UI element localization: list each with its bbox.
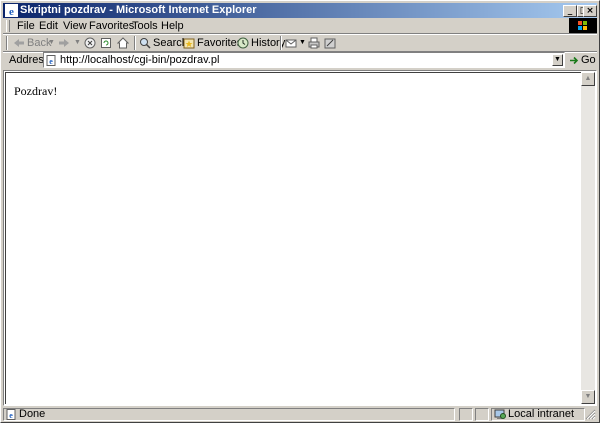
status-panel-extra — [475, 408, 489, 421]
back-icon — [14, 39, 24, 48]
window-title: Skriptni pozdrav - Microsoft Internet Ex… — [20, 4, 257, 16]
go-button[interactable]: Go — [569, 53, 596, 67]
page-greeting-text: Pozdrav! — [14, 84, 58, 98]
menu-help[interactable]: Help — [157, 19, 188, 33]
address-url[interactable]: http://localhost/cgi-bin/pozdrav.pl — [60, 54, 219, 66]
minimize-icon[interactable]: _ — [563, 5, 577, 17]
back-dropdown-icon[interactable]: ▼ — [48, 35, 55, 51]
status-panel-lock — [459, 408, 473, 421]
intranet-zone-icon — [494, 409, 506, 419]
forward-dropdown-icon[interactable]: ▼ — [74, 35, 81, 51]
svg-text:e: e — [9, 411, 13, 420]
refresh-button[interactable] — [100, 35, 114, 51]
menubar-grip[interactable] — [6, 20, 10, 32]
ie-icon: e — [5, 4, 18, 17]
menu-edit[interactable]: Edit — [35, 19, 62, 33]
favorites-icon — [183, 38, 195, 49]
standard-toolbar: Back ▼ ▼ Search Favorites History ▼ — [3, 35, 597, 51]
refresh-icon — [101, 38, 111, 49]
browser-window: e Skriptni pozdrav - Microsoft Internet … — [0, 0, 600, 423]
status-bar: e Done Local intranet — [3, 407, 597, 421]
back-button[interactable]: Back — [13, 35, 51, 51]
go-arrow-icon — [570, 56, 579, 64]
mail-button[interactable] — [285, 35, 299, 51]
mail-dropdown-icon[interactable]: ▼ — [299, 35, 306, 51]
history-button[interactable]: History — [237, 35, 285, 51]
status-text: Done — [19, 408, 46, 420]
stop-button[interactable] — [84, 35, 98, 51]
stop-icon — [84, 37, 96, 49]
status-zone-text: Local intranet — [508, 408, 575, 420]
toolbar-grip[interactable] — [6, 36, 8, 50]
forward-icon — [59, 39, 69, 48]
mail-icon — [285, 39, 297, 48]
scroll-up-icon[interactable]: ▲ — [581, 72, 595, 86]
search-icon — [140, 38, 151, 49]
resize-grip-icon[interactable] — [584, 408, 596, 420]
svg-text:e: e — [49, 57, 53, 66]
print-icon — [308, 37, 320, 49]
home-icon — [117, 37, 129, 49]
favorites-button[interactable]: Favorites — [183, 35, 242, 51]
edit-icon — [324, 38, 336, 49]
toolbar-separator-2 — [280, 36, 282, 50]
title-bar[interactable]: e Skriptni pozdrav - Microsoft Internet … — [3, 3, 597, 18]
search-button[interactable]: Search — [139, 35, 188, 51]
page-content: Pozdrav! — [5, 72, 581, 404]
page-viewport[interactable]: Pozdrav! ▲ ▼ — [3, 70, 597, 406]
svg-text:e: e — [9, 6, 14, 17]
address-dropdown-icon[interactable]: ▼ — [552, 54, 563, 66]
address-bar: Address e http://localhost/cgi-bin/pozdr… — [3, 52, 597, 68]
vertical-scrollbar[interactable]: ▲ ▼ — [581, 72, 595, 404]
history-icon — [237, 37, 249, 49]
edit-button[interactable] — [324, 35, 338, 51]
address-input[interactable]: e http://localhost/cgi-bin/pozdrav.pl ▼ — [43, 52, 565, 68]
menu-bar: File Edit View Favorites Tools Help — [3, 18, 597, 34]
page-icon: e — [46, 55, 56, 66]
close-icon[interactable]: × — [583, 5, 597, 17]
print-button[interactable] — [308, 35, 322, 51]
status-panel-zone[interactable]: Local intranet — [491, 408, 585, 421]
home-button[interactable] — [117, 35, 131, 51]
windows-logo — [569, 18, 597, 34]
forward-button[interactable] — [58, 35, 72, 51]
toolbar-separator — [134, 36, 136, 50]
status-panel-main: e Done — [3, 408, 455, 421]
done-page-icon: e — [6, 409, 16, 420]
scroll-down-icon[interactable]: ▼ — [581, 390, 595, 404]
